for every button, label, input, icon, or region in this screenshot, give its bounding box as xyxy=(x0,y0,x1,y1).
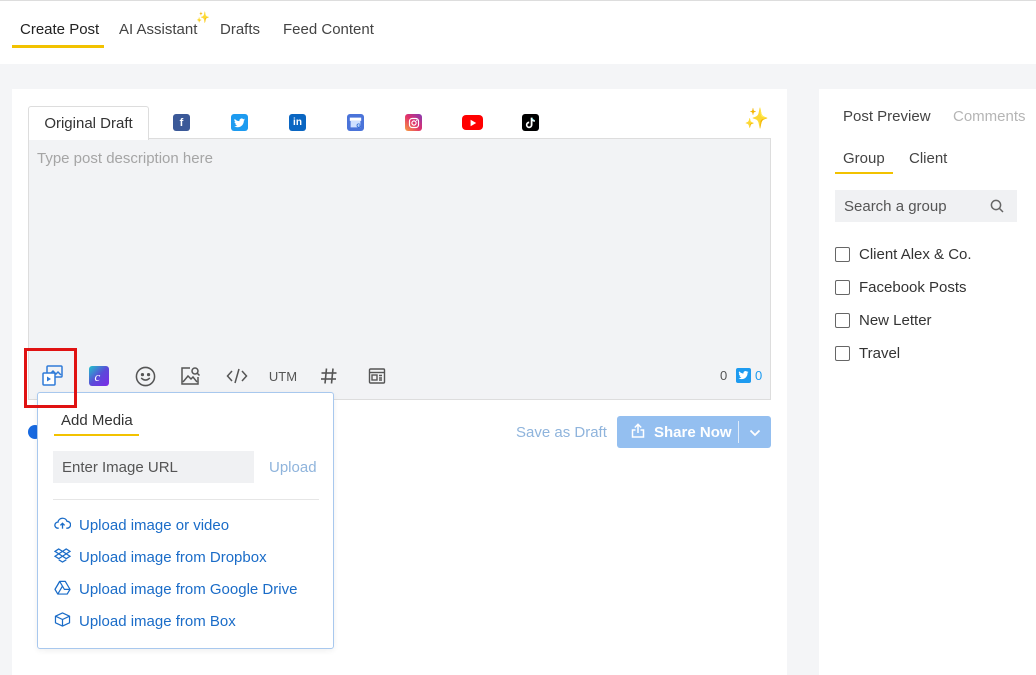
upload-box-option[interactable]: Upload image from Box xyxy=(54,612,236,631)
ai-sparkle-icon[interactable]: ✨ xyxy=(744,106,769,131)
image-search-button[interactable] xyxy=(179,364,201,388)
canva-icon: c xyxy=(89,366,109,386)
group-item[interactable]: Client Alex & Co. xyxy=(835,246,972,263)
group-label: Client Alex & Co. xyxy=(859,246,972,263)
emoji-icon xyxy=(135,366,156,387)
preview-panel xyxy=(819,89,1036,675)
add-media-tab-indicator xyxy=(54,434,139,436)
add-media-button[interactable] xyxy=(40,364,66,388)
upload-url-button[interactable]: Upload xyxy=(269,459,317,476)
tab-comments[interactable]: Comments xyxy=(953,108,1026,125)
chevron-down-icon xyxy=(749,424,761,441)
subtab-group[interactable]: Group xyxy=(843,150,885,167)
tab-ai-assistant[interactable]: AI Assistant xyxy=(119,21,197,38)
search-icon[interactable] xyxy=(990,199,1004,218)
upload-local-label: Upload image or video xyxy=(79,516,230,534)
code-icon xyxy=(226,367,248,385)
group-checkbox[interactable] xyxy=(835,346,850,361)
google-drive-icon xyxy=(54,580,79,599)
tab-feed-content[interactable]: Feed Content xyxy=(283,21,374,38)
share-options-dropdown[interactable] xyxy=(739,416,771,448)
group-checkbox[interactable] xyxy=(835,313,850,328)
popover-divider xyxy=(53,499,319,500)
hashtag-button[interactable] xyxy=(318,364,340,388)
code-button[interactable] xyxy=(225,364,249,388)
active-subtab-indicator xyxy=(835,172,893,174)
group-label: New Letter xyxy=(859,312,932,329)
group-checkbox[interactable] xyxy=(835,280,850,295)
template-icon xyxy=(368,367,386,385)
upload-dropbox-option[interactable]: Upload image from Dropbox xyxy=(53,548,267,567)
upload-dropbox-label: Upload image from Dropbox xyxy=(79,549,267,566)
sparkle-icon: ✨ xyxy=(196,12,210,24)
tab-original-draft[interactable]: Original Draft xyxy=(28,106,149,140)
image-url-input[interactable] xyxy=(53,451,254,483)
tab-drafts[interactable]: Drafts xyxy=(220,21,260,38)
group-item[interactable]: Travel xyxy=(835,345,900,362)
facebook-icon[interactable]: f xyxy=(173,114,190,131)
add-media-title[interactable]: Add Media xyxy=(61,412,133,429)
cloud-upload-icon xyxy=(54,516,79,534)
instagram-icon[interactable] xyxy=(405,114,422,131)
share-now-button-group: Share Now xyxy=(617,416,771,448)
svg-text:c: c xyxy=(95,369,101,384)
tiktok-icon[interactable] xyxy=(522,114,539,131)
group-label: Travel xyxy=(859,345,901,362)
emoji-button[interactable] xyxy=(134,364,156,388)
post-description-input[interactable] xyxy=(29,139,770,349)
group-item[interactable]: Facebook Posts xyxy=(835,279,967,296)
canva-button[interactable]: c xyxy=(88,364,110,388)
share-now-label: Share Now xyxy=(654,423,732,441)
twitter-icon[interactable] xyxy=(231,114,248,131)
svg-text:G: G xyxy=(356,123,361,129)
post-editor xyxy=(28,138,771,400)
utm-button[interactable]: UTM xyxy=(268,364,298,388)
tab-create-post[interactable]: Create Post xyxy=(20,21,99,38)
upload-local-option[interactable]: Upload image or video xyxy=(54,516,229,534)
box-icon xyxy=(54,612,79,631)
upload-box-label: Upload image from Box xyxy=(79,613,236,630)
top-nav: Create Post AI Assistant ✨ Drafts Feed C… xyxy=(0,0,1036,64)
group-label: Facebook Posts xyxy=(859,279,967,296)
dropbox-icon xyxy=(53,548,79,567)
add-media-popover: Add Media Upload Upload image or video U… xyxy=(37,392,334,649)
subtab-client[interactable]: Client xyxy=(909,150,947,167)
linkedin-icon[interactable]: in xyxy=(289,114,306,131)
group-checkbox[interactable] xyxy=(835,247,850,262)
media-icon xyxy=(41,364,65,388)
char-counter: 0 xyxy=(720,368,728,383)
upload-google-drive-option[interactable]: Upload image from Google Drive xyxy=(54,580,297,599)
template-button[interactable] xyxy=(366,364,388,388)
youtube-icon[interactable] xyxy=(462,115,483,130)
upload-google-drive-label: Upload image from Google Drive xyxy=(79,581,298,598)
twitter-count-icon xyxy=(736,368,751,383)
image-search-icon xyxy=(179,365,201,387)
save-as-draft-button[interactable]: Save as Draft xyxy=(516,424,607,441)
active-tab-indicator xyxy=(12,45,104,48)
share-now-button[interactable]: Share Now xyxy=(617,416,738,448)
hashtag-icon xyxy=(320,367,338,385)
tab-post-preview[interactable]: Post Preview xyxy=(843,108,931,125)
google-business-icon[interactable]: G xyxy=(347,114,364,131)
twitter-char-counter: 0 xyxy=(755,368,763,383)
group-item[interactable]: New Letter xyxy=(835,312,932,329)
share-icon xyxy=(631,422,654,442)
